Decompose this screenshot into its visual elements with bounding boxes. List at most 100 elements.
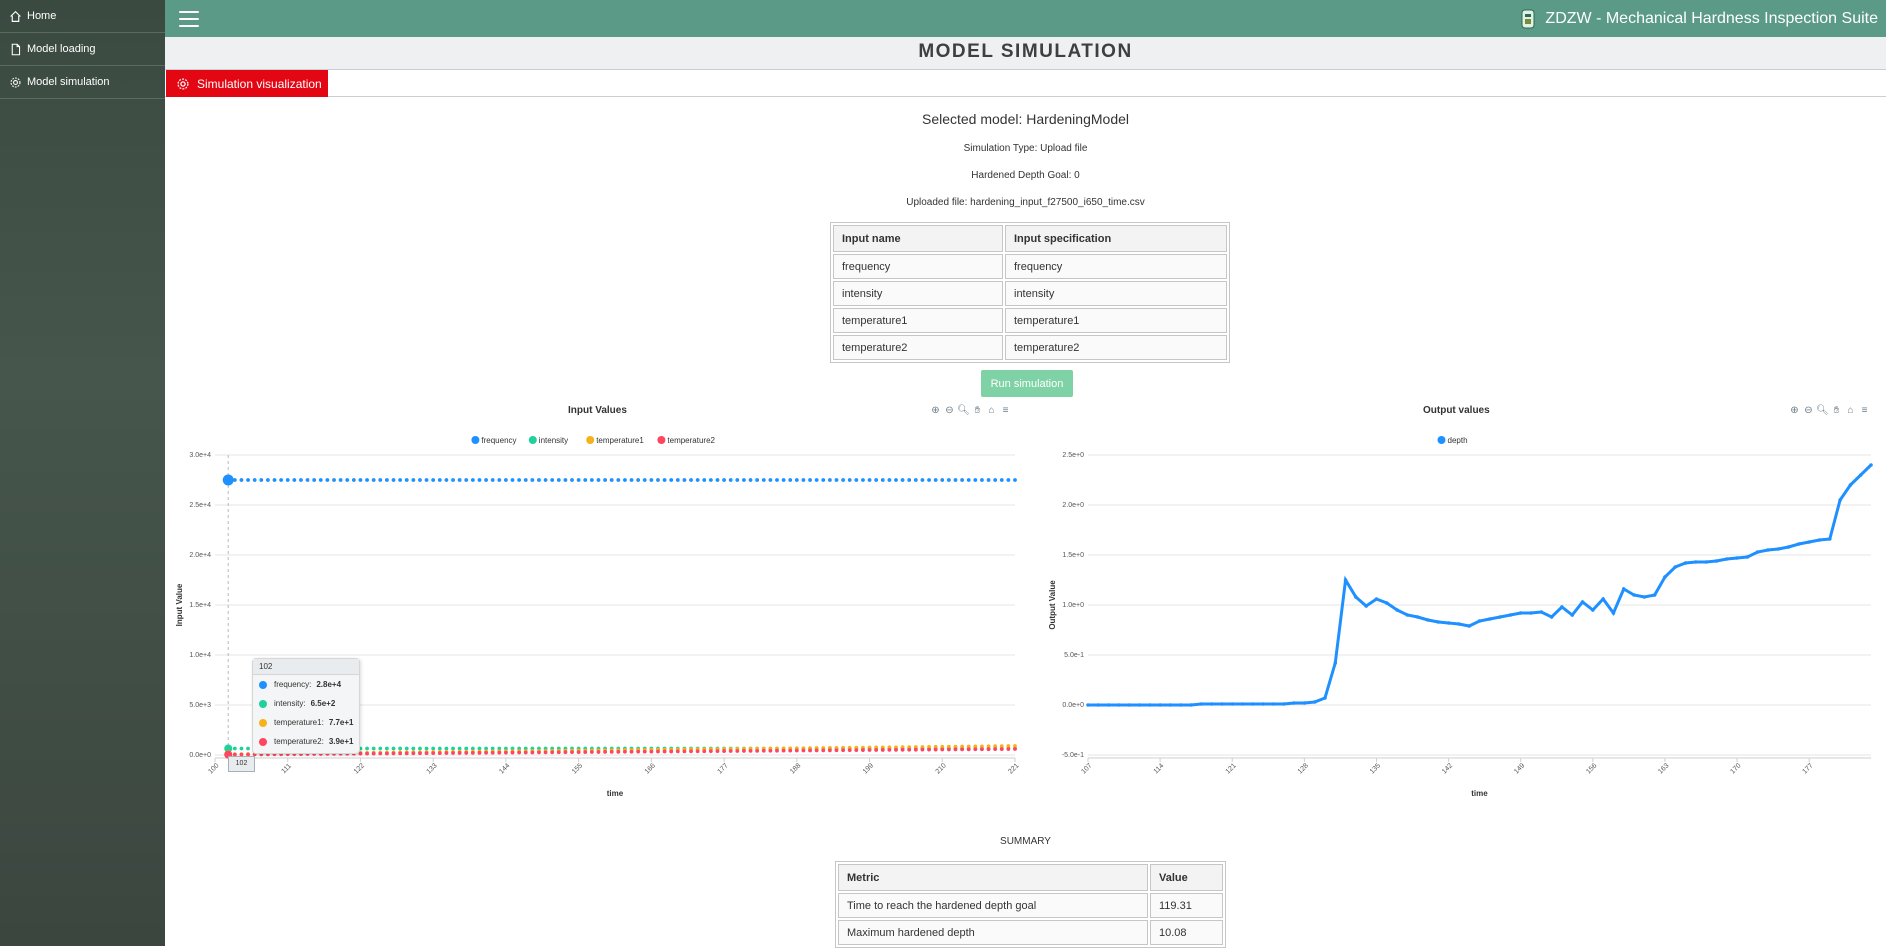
input-chart-toolbar: ⊕ ⊖ 🔍︎ ✋︎ ⌂ ≡ [930, 405, 1011, 416]
point-depth [1457, 622, 1461, 626]
point-temperature2 [722, 749, 726, 753]
tab-simulation-visualization[interactable]: Simulation visualization [166, 70, 328, 97]
table-header: Metric [838, 864, 1148, 891]
point-frequency [616, 478, 621, 482]
tab-label: Simulation visualization [197, 76, 322, 91]
run-simulation-button[interactable]: Run simulation [981, 370, 1073, 397]
point-depth [1405, 613, 1410, 617]
tooltip-row: temperature2: 3.9e+1 [253, 732, 359, 751]
point-depth [1529, 611, 1533, 615]
x-tick-label: 133 [426, 762, 439, 775]
point-frequency [1006, 478, 1011, 482]
pan-hand-icon[interactable]: ✋︎ [972, 405, 983, 416]
tooltip-row: intensity: 6.5e+2 [253, 694, 359, 713]
reset-home-icon[interactable]: ⌂ [986, 405, 997, 416]
point-frequency [874, 478, 879, 482]
menu-icon[interactable]: ≡ [1859, 405, 1870, 416]
point-frequency [259, 478, 264, 482]
magnifier-icon[interactable]: 🔍︎ [1816, 405, 1829, 416]
table-cell: frequency [833, 254, 1003, 279]
point-frequency [523, 478, 528, 482]
point-temperature2 [980, 747, 984, 752]
point-temperature2 [755, 748, 760, 753]
point-frequency [510, 478, 515, 482]
point-temperature2 [616, 749, 621, 754]
point-frequency [570, 478, 574, 482]
input-chart-title: Input Values [568, 405, 627, 416]
point-temperature2 [675, 749, 680, 754]
zoom-out-icon[interactable]: ⊖ [1803, 405, 1814, 416]
x-tick-label: 177 [716, 762, 729, 775]
point-temperature2 [437, 751, 442, 756]
hamburger-menu-icon[interactable] [179, 10, 199, 27]
x-tick-label: 142 [1441, 762, 1454, 775]
y-tick-label: 0.0e+0 [1062, 702, 1084, 709]
point-depth [1354, 595, 1358, 599]
point-temperature2 [623, 749, 627, 754]
point-temperature2 [411, 751, 416, 756]
sidebar-item-home[interactable]: Home [0, 0, 165, 33]
table-header: Input specification [1005, 225, 1227, 252]
point-frequency [265, 478, 270, 482]
zoom-in-icon[interactable]: ⊕ [930, 405, 941, 416]
point-intensity [451, 746, 455, 751]
point-depth [1724, 557, 1729, 561]
point-temperature2 [662, 749, 667, 754]
point-depth [1446, 621, 1451, 625]
page-title: MODEL SIMULATION [918, 41, 1133, 62]
x-tick-label: 163 [1657, 762, 1670, 775]
point-frequency [675, 478, 680, 482]
sidebar-item-model-loading[interactable]: Model loading [0, 33, 165, 66]
reset-home-icon[interactable]: ⌂ [1845, 405, 1856, 416]
point-frequency [563, 478, 568, 482]
point-depth [1642, 595, 1647, 599]
table-cell: temperature1 [1005, 308, 1227, 333]
point-frequency [451, 478, 455, 482]
point-depth [1673, 565, 1678, 569]
zoom-in-icon[interactable]: ⊕ [1789, 405, 1800, 416]
point-depth [1838, 498, 1842, 502]
point-frequency [682, 478, 687, 482]
point-intensity [239, 746, 244, 751]
sidebar-item-model-simulation[interactable]: Model simulation [0, 66, 165, 99]
point-frequency [847, 478, 852, 482]
menu-icon[interactable]: ≡ [1000, 405, 1011, 416]
app-title: ZDZW - Mechanical Hardness Inspection Su… [1521, 0, 1878, 37]
pan-hand-icon[interactable]: ✋︎ [1831, 405, 1842, 416]
zoom-out-icon[interactable]: ⊖ [944, 405, 955, 416]
table-row: Time to reach the hardened depth goal 11… [838, 893, 1223, 918]
point-depth [1488, 617, 1492, 621]
point-depth [1827, 537, 1832, 541]
x-tick-label: 128 [1297, 762, 1310, 775]
point-depth [1848, 483, 1853, 487]
point-depth [1158, 703, 1162, 707]
point-temperature2 [781, 748, 786, 753]
table-header-row: Input name Input specification [833, 225, 1227, 252]
point-intensity [411, 746, 416, 751]
point-frequency [365, 478, 369, 482]
file-icon [11, 43, 21, 55]
point-temperature2 [874, 748, 879, 752]
legend-marker [528, 436, 537, 444]
point-frequency [960, 478, 965, 482]
point-depth [1086, 703, 1090, 707]
point-temperature2 [761, 748, 766, 753]
point-depth [1281, 702, 1286, 706]
gear-icon [10, 77, 21, 87]
point-temperature2 [887, 747, 892, 752]
x-tick-label: 121 [1225, 762, 1238, 775]
legend-item-intensity: intensity [539, 436, 568, 445]
point-depth [1797, 542, 1801, 546]
point-depth [1292, 701, 1296, 705]
sidebar-item-label: Home [27, 10, 57, 22]
point-intensity [371, 746, 376, 751]
magnifier-icon[interactable]: 🔍︎ [957, 405, 970, 416]
tooltip-series-name: temperature1: [274, 718, 324, 727]
x-tick-label: 122 [353, 762, 366, 775]
tooltip-value: 6.5e+2 [310, 699, 336, 708]
point-frequency [583, 478, 588, 482]
point-temperature2 [398, 751, 403, 756]
point-depth [1395, 608, 1399, 612]
point-frequency [490, 478, 495, 482]
table-row: intensity intensity [833, 281, 1227, 306]
